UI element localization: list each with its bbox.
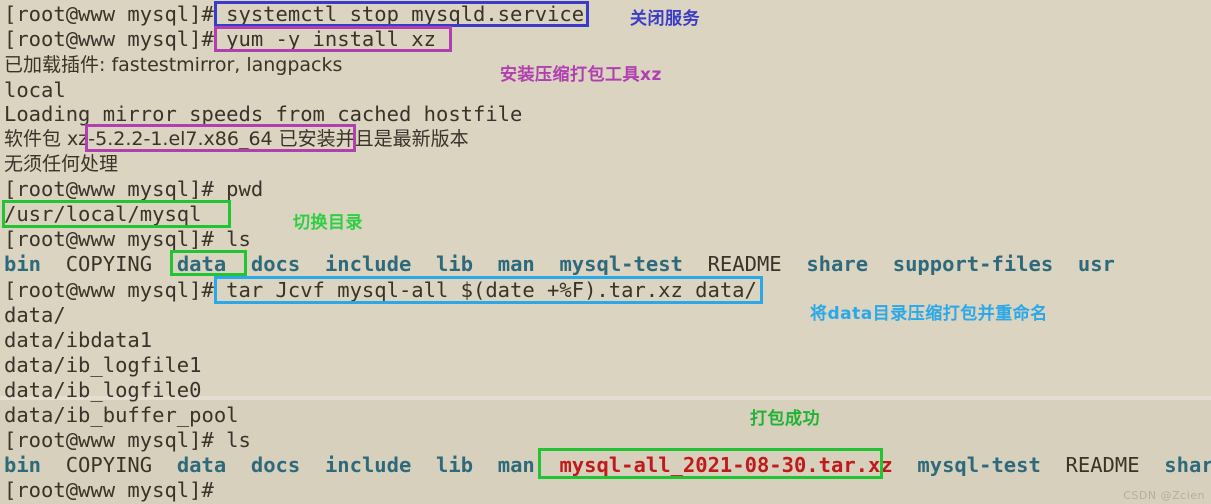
- ls-entry-gap: [1041, 453, 1066, 477]
- terminal-line: local: [4, 78, 66, 102]
- terminal-line: 无须任何处理: [4, 153, 119, 175]
- ls-entry-dir: man: [497, 453, 535, 477]
- ls-entry-dir: data: [176, 252, 227, 276]
- terminal-line: /usr/local/mysql: [4, 202, 202, 226]
- ls-entry-gap: [300, 252, 325, 276]
- terminal-screenshot: [root@www mysql]# systemctl stop mysqld.…: [0, 0, 1211, 504]
- ls-entry-dir: docs: [250, 453, 301, 477]
- annotation-compress-rename: 将data目录压缩打包并重命名: [810, 304, 1048, 324]
- ls-entry-gap: [535, 453, 560, 477]
- ls-entry-dir: usr: [1077, 252, 1115, 276]
- ls-entry-dir: share: [806, 252, 869, 276]
- ls-entry-dir: lib: [436, 453, 474, 477]
- ls-entry-gap: [535, 252, 560, 276]
- terminal-line: data/ibdata1: [4, 328, 153, 352]
- ls-entry-dir: support-files: [892, 252, 1054, 276]
- ls-entry-dir: data: [176, 453, 227, 477]
- ls-entry-dir: include: [324, 252, 412, 276]
- ls-entry-gap: [473, 252, 498, 276]
- ls-entry-gap: [152, 252, 177, 276]
- terminal-line: [root@www mysql]# pwd: [4, 177, 264, 201]
- ls-entry-dir: bin: [4, 252, 42, 276]
- terminal-line: [root@www mysql]# tar Jcvf mysql-all_$(d…: [4, 278, 757, 302]
- ls-entry-file: COPYING: [65, 252, 153, 276]
- terminal-line: [root@www mysql]# ls: [4, 428, 251, 452]
- annotation-pack-success: 打包成功: [750, 409, 820, 429]
- ls-entry-dir: docs: [250, 252, 301, 276]
- ls-output-row: bin COPYING data docs include lib man my…: [4, 453, 1211, 478]
- ls-entry-dir: lib: [436, 252, 474, 276]
- terminal-line: 软件包 xz-5.2.2-1.el7.x86_64 已安装并且是最新版本: [4, 128, 469, 150]
- ls-entry-dir: mysql-test: [559, 252, 683, 276]
- ls-entry-archive: mysql-all_2021-08-30.tar.xz: [559, 453, 893, 477]
- ls-entry-file: README: [1065, 453, 1140, 477]
- ls-output-row: bin COPYING data docs include lib man my…: [4, 252, 1115, 277]
- ls-entry-gap: [226, 453, 251, 477]
- ls-entry-gap: [1053, 252, 1078, 276]
- csdn-watermark: CSDN @Zcien: [1123, 489, 1205, 502]
- annotation-change-dir: 切换目录: [293, 213, 363, 233]
- ls-entry-file: README: [707, 252, 782, 276]
- ls-entry-gap: [411, 252, 436, 276]
- terminal-line: [root@www mysql]# yum -y install xz: [4, 27, 436, 51]
- ls-entry-dir: include: [324, 453, 412, 477]
- ls-entry-gap: [683, 252, 708, 276]
- ls-entry-gap: [868, 252, 893, 276]
- ls-entry-dir: bin: [4, 453, 42, 477]
- ls-entry-gap: [893, 453, 918, 477]
- annotation-install-xz: 安装压缩打包工具xz: [500, 65, 662, 85]
- terminal-line: data/: [4, 303, 66, 327]
- ls-entry-gap: [782, 252, 807, 276]
- ls-entry-gap: [300, 453, 325, 477]
- ls-entry-gap: [226, 252, 251, 276]
- terminal-line: data/ib_logfile0: [4, 378, 202, 402]
- terminal-line: [root@www mysql]# systemctl stop mysqld.…: [4, 2, 585, 26]
- terminal-line: 已加载插件: fastestmirror, langpacks: [4, 54, 343, 76]
- annotation-close-service: 关闭服务: [630, 9, 700, 29]
- ls-entry-gap: [411, 453, 436, 477]
- terminal-line: [root@www mysql]# ls: [4, 227, 251, 251]
- ls-entry-gap: [1140, 453, 1165, 477]
- ls-entry-dir: man: [497, 252, 535, 276]
- ls-entry-dir: share: [1164, 453, 1211, 477]
- ls-entry-file: COPYING: [65, 453, 153, 477]
- ls-entry-dir: mysql-test: [917, 453, 1041, 477]
- ls-entry-gap: [41, 453, 66, 477]
- ls-entry-gap: [152, 453, 177, 477]
- terminal-line: data/ib_buffer_pool: [4, 403, 239, 427]
- ls-entry-gap: [473, 453, 498, 477]
- terminal-line: data/ib_logfile1: [4, 353, 202, 377]
- terminal-line: Loading mirror speeds from cached hostfi…: [4, 102, 523, 126]
- ls-entry-gap: [41, 252, 66, 276]
- terminal-line: [root@www mysql]#: [4, 478, 214, 502]
